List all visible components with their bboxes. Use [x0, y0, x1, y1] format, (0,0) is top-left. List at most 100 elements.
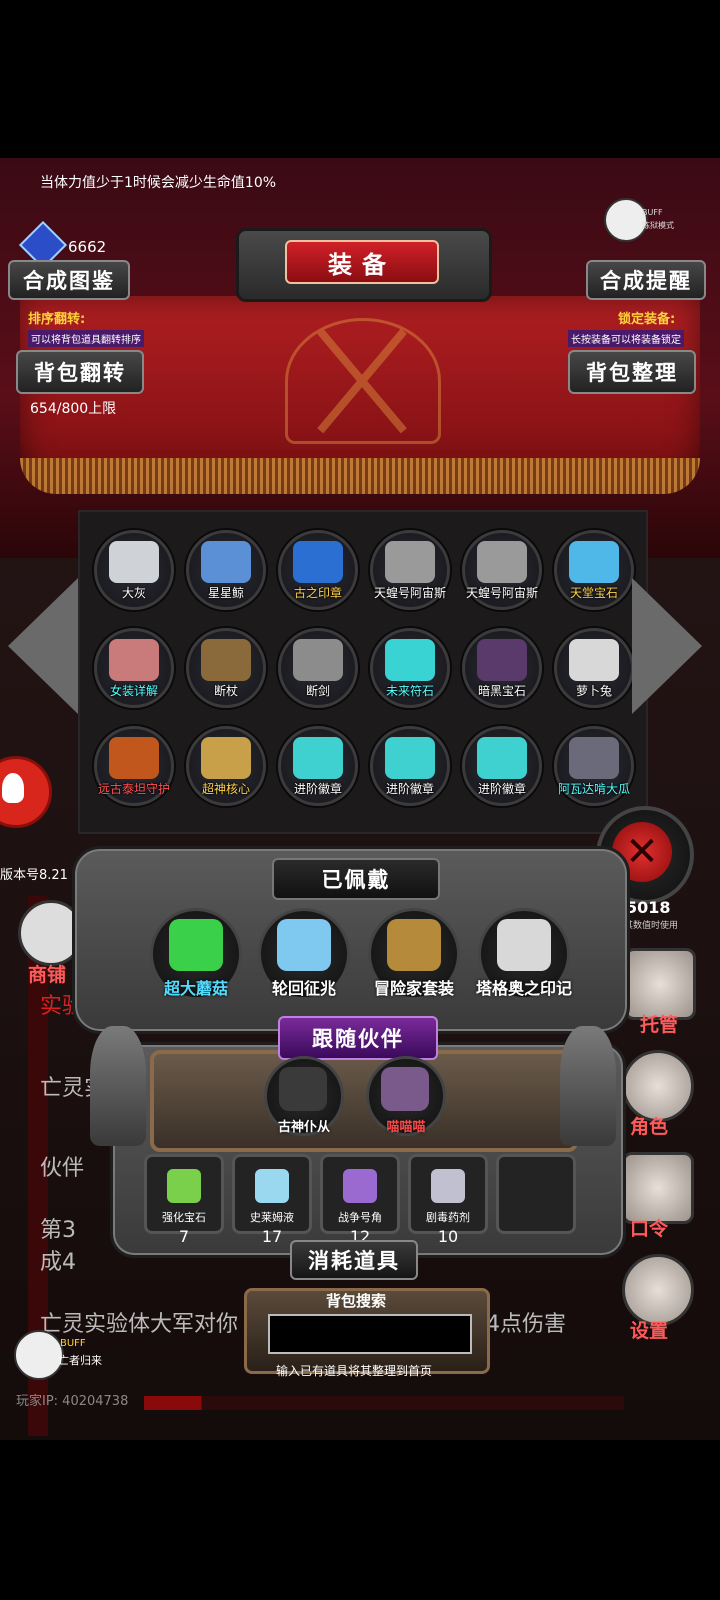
item-icon — [293, 639, 343, 681]
partner-slot[interactable]: 古神仆从 — [264, 1056, 344, 1136]
item-label: 暗黑宝石 — [477, 684, 526, 698]
consumable-icon — [255, 1169, 289, 1203]
bag-item-slot[interactable]: 暗黑宝石 — [462, 628, 542, 708]
item-icon — [477, 737, 527, 779]
bag-item-slot[interactable]: 天堂宝石 — [554, 530, 634, 610]
partner-label: 喵喵喵 — [386, 1120, 426, 1135]
partner-icon — [279, 1067, 327, 1111]
shop-label[interactable]: 商铺 — [28, 960, 66, 987]
consumable-count: 10 — [437, 1227, 459, 1246]
bag-item-slot[interactable]: 大灰 — [94, 530, 174, 610]
equipped-item[interactable]: 冒险家套装 — [368, 908, 460, 1000]
bag-item-slot[interactable]: 断杖 — [186, 628, 266, 708]
gem-count: 6662 — [68, 238, 107, 256]
synth-guide-button[interactable]: 合成图鉴 — [8, 260, 130, 300]
item-label: 进阶徽章 — [477, 782, 526, 796]
item-icon — [109, 737, 159, 779]
consumable-label: 剧毒药剂 — [426, 1211, 470, 1224]
item-icon — [385, 737, 435, 779]
consumable-count: 7 — [178, 1227, 190, 1246]
item-label: 天蝗号阿宙斯 — [373, 586, 446, 600]
bag-item-slot[interactable]: 女装详解 — [94, 628, 174, 708]
item-label: 阿瓦达啃大瓜 — [557, 782, 630, 796]
equipped-item[interactable]: 轮回征兆 — [258, 908, 350, 1000]
next-page-arrow[interactable] — [632, 578, 702, 714]
bag-flip-button[interactable]: 背包翻转 — [16, 350, 144, 394]
bag-item-slot[interactable]: 星星鲸 — [186, 530, 266, 610]
consumable-empty-slot[interactable] — [496, 1154, 576, 1234]
buff-mode-name: 炼狱模式 — [642, 221, 674, 230]
bag-item-slot[interactable]: 远古泰坦守护 — [94, 726, 174, 806]
partner-title: 跟随伙伴 — [278, 1016, 438, 1060]
previous-page-arrow[interactable] — [8, 578, 78, 714]
item-icon — [385, 639, 435, 681]
item-icon — [569, 639, 619, 681]
consumable-icon — [343, 1169, 377, 1203]
player-ip: 玩家IP: 40204738 — [16, 1394, 129, 1409]
item-label: 进阶徽章 — [293, 782, 342, 796]
item-label: 星星鲸 — [207, 586, 244, 600]
game-screen: 当体力值少于1时候会减少生命值10% BUFF 炼狱模式 装备 6662 合成图… — [0, 158, 720, 1440]
item-icon — [293, 737, 343, 779]
consumable-slot[interactable]: 史莱姆液 17 — [232, 1154, 312, 1246]
consumable-icon — [431, 1169, 465, 1203]
bag-item-slot[interactable]: 萝卜兔 — [554, 628, 634, 708]
item-icon — [201, 541, 251, 583]
item-label: 古之印章 — [293, 586, 342, 600]
lock-hint-desc: 长按装备可以将装备锁定 — [568, 330, 684, 347]
item-label: 天堂宝石 — [569, 586, 618, 600]
item-icon — [477, 639, 527, 681]
settings-label[interactable]: 设置 — [630, 1316, 668, 1343]
role-label[interactable]: 角色 — [630, 1112, 668, 1139]
log-line-4: 第3 — [40, 1218, 76, 1243]
log-line-3: 伙伴 — [40, 1156, 85, 1181]
bag-item-slot[interactable]: 断剑 — [278, 628, 358, 708]
item-label: 天蝗号阿宙斯 — [465, 586, 538, 600]
item-icon — [477, 541, 527, 583]
bag-item-slot[interactable]: 天蝗号阿宙斯 — [370, 530, 450, 610]
buff-bottom-badge: BUFF — [60, 1338, 86, 1349]
crossed-swords-emblem — [285, 318, 441, 444]
log-line-6-tail: 4点伤害 — [486, 1312, 566, 1337]
bag-item-slot[interactable]: 古之印章 — [278, 530, 358, 610]
item-label: 远古泰坦守护 — [97, 782, 170, 796]
bag-item-slot[interactable]: 阿瓦达啃大瓜 — [554, 726, 634, 806]
consumable-label: 强化宝石 — [162, 1211, 206, 1224]
consumable-slot[interactable]: 剧毒药剂 10 — [408, 1154, 488, 1246]
capacity-text: 654/800上限 — [30, 401, 117, 417]
bag-item-slot[interactable]: 超神核心 — [186, 726, 266, 806]
skull-buff-icon[interactable] — [14, 1330, 64, 1380]
equipped-item[interactable]: 超大蘑菇 — [150, 908, 242, 1000]
equipped-item-label: 冒险家套装 — [373, 979, 454, 998]
equipped-item-icon — [387, 919, 441, 971]
item-icon — [569, 737, 619, 779]
buff-mode-badge: BUFF — [642, 208, 663, 217]
page-title: 装备 — [285, 240, 439, 284]
bag-sort-button[interactable]: 背包整理 — [568, 350, 696, 394]
left-dragon-statue — [90, 1026, 146, 1146]
item-icon — [293, 541, 343, 583]
item-label: 进阶徽章 — [385, 782, 434, 796]
partner-slot[interactable]: 喵喵喵 — [366, 1056, 446, 1136]
code-label[interactable]: 口令 — [630, 1214, 668, 1241]
item-label: 超神核心 — [201, 782, 250, 796]
partner-icon — [381, 1067, 429, 1111]
bag-item-slot[interactable]: 未来符石 — [370, 628, 450, 708]
bag-item-slot[interactable]: 天蝗号阿宙斯 — [462, 530, 542, 610]
consumable-slot[interactable]: 战争号角 12 — [320, 1154, 400, 1246]
manage-label[interactable]: 托管 — [640, 1010, 678, 1037]
equipped-item[interactable]: 塔格奥之印记 — [476, 908, 572, 1000]
item-label: 断杖 — [213, 684, 238, 698]
right-value: 5018 — [626, 898, 671, 917]
consumable-slot[interactable]: 强化宝石 7 — [144, 1154, 224, 1246]
bag-item-slot[interactable]: 进阶徽章 — [278, 726, 358, 806]
synth-remind-button[interactable]: 合成提醒 — [586, 260, 706, 300]
log-line-5: 成4 — [40, 1250, 76, 1275]
equipped-item-icon — [277, 919, 331, 971]
item-icon — [385, 541, 435, 583]
bag-item-slot[interactable]: 进阶徽章 — [370, 726, 450, 806]
banner-fringe — [20, 458, 700, 494]
consumable-label: 史莱姆液 — [250, 1211, 294, 1224]
bag-item-slot[interactable]: 进阶徽章 — [462, 726, 542, 806]
search-input[interactable] — [268, 1314, 472, 1354]
